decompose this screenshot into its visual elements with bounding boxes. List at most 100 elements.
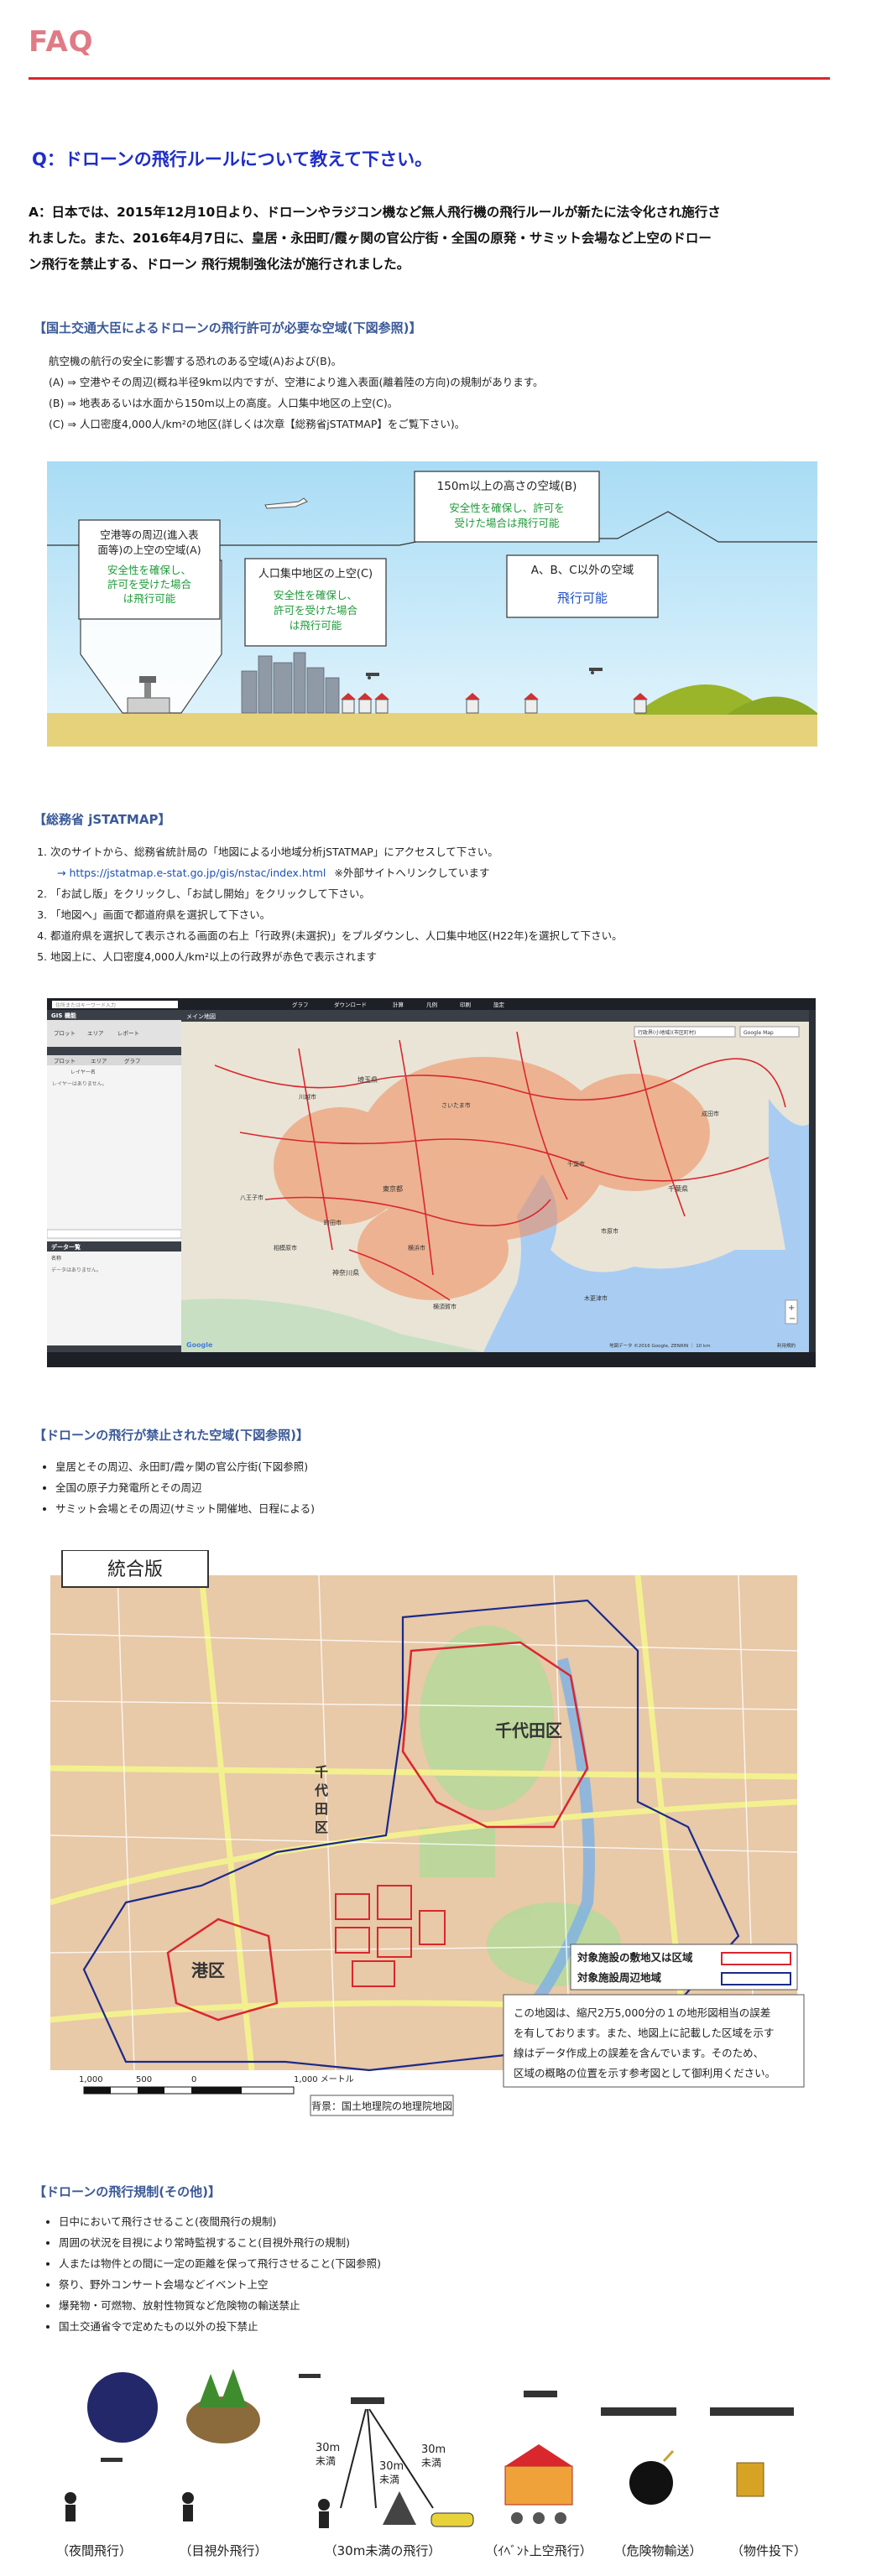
toolbar-item[interactable]: 印刷	[460, 1002, 471, 1008]
description-line: (C) ⇒ 人口密度4,000人/km²の地区(詳しくは次章【総務省jSTATM…	[49, 418, 466, 430]
section-heading-prohibited: 【ドローンの飛行が禁止された空域(下図参照)】	[34, 1428, 309, 1443]
permission-description: 航空機の航行の安全に影響する恐れのある空域(A)および(B)。 (A) ⇒ 空港…	[49, 351, 543, 435]
box-c-text: 許可を受けた場合	[274, 604, 358, 617]
box-c-text: 安全性を確保し、	[274, 589, 357, 601]
list-item: 人または物件との間に一定の距離を保って飛行させること(下図参照)	[59, 2253, 381, 2274]
basemap-dropdown-value: Google Map	[744, 1030, 774, 1036]
hazardous-transport-figure	[601, 2407, 676, 2505]
layer-tab[interactable]: プロット	[54, 1058, 76, 1064]
box-a-text: は飛行可能	[123, 592, 176, 605]
flight-rules-illustration: 30m 未満 30m 未満 30m 未満 （夜間飛行） （目視外飛行） （30m…	[56, 2369, 806, 2558]
google-logo: Google	[186, 1341, 213, 1349]
map-tab[interactable]: メイン地図	[186, 1012, 216, 1020]
airspace-diagram: 空港等の周辺(進入表 面等)の上空の空域(A) 安全性を確保し、 許可を受けた場…	[47, 461, 817, 747]
ward-label-vertical: 代	[314, 1782, 328, 1798]
toolbar-item[interactable]: ダウンロード	[334, 1001, 367, 1008]
distance-label: 未満	[421, 2457, 441, 2469]
distance-label: 未満	[316, 2455, 336, 2467]
box-c-title: 人口集中地区の上空(C)	[258, 567, 373, 580]
ward-label-minato: 港区	[191, 1960, 225, 1980]
list-item: 祭り、野外コンサート会場などイベント上空	[59, 2274, 381, 2295]
prohibited-list: 皇居とその周辺、永田町/霞ヶ関の官公庁街(下図参照) 全国の原子力発電所とその周…	[40, 1456, 315, 1519]
step-item: 「お試し版」をクリックし、「お試し開始」をクリックして下さい。	[50, 883, 839, 904]
illustration-caption: （ｲﾍﾞﾝﾄ上空飛行）	[485, 2543, 592, 2558]
layer-label: レイヤー名	[70, 1069, 96, 1075]
box-b-text: 受けた場合は飛行可能	[454, 517, 560, 529]
data-list-column: 名称	[51, 1255, 61, 1262]
step-item: 地図上に、人口密度4,000人/km²以上の行政界が赤色で表示されます	[50, 946, 839, 967]
list-item: サミット会場とその周辺(サミット開催地、日程による)	[55, 1498, 315, 1519]
layer-empty-text: レイヤーはありません。	[52, 1081, 107, 1087]
panel-tab[interactable]: プロット	[54, 1030, 76, 1037]
list-item: 皇居とその周辺、永田町/霞ヶ関の官公庁街(下図参照)	[55, 1456, 315, 1477]
illustration-caption: （夜間飛行）	[56, 2543, 132, 2558]
section-heading-jstatmap: 【総務省 jSTATMAP】	[34, 812, 171, 827]
panel-footer	[47, 1345, 181, 1352]
map-label: さいたま市	[441, 1101, 471, 1109]
map-label: 千葉市	[567, 1160, 585, 1168]
svg-text:−: −	[789, 1314, 796, 1324]
layer-tab[interactable]: グラフ	[124, 1057, 141, 1064]
scale-label: 1,000 メートル	[294, 2075, 354, 2084]
toolbar-item[interactable]: 設定	[493, 1001, 505, 1008]
panel-tab[interactable]: エリア	[87, 1030, 104, 1037]
map-label: 東京都	[383, 1184, 403, 1193]
map-copyright: 地図データ ©2016 Google, ZENRIN ｜ 10 km	[609, 1342, 711, 1349]
map-label: 横須賀市	[433, 1303, 457, 1310]
map-label: 埼玉県	[357, 1075, 378, 1084]
jstatmap-steps: 次のサイトから、総務省統計局の「地図による小地域分析jSTATMAP」にアクセス…	[30, 841, 839, 967]
scale-label: 500	[136, 2075, 152, 2084]
box-a-title: 空港等の周辺(進入表	[100, 528, 199, 541]
toolbar-item[interactable]: 計算	[393, 1001, 404, 1008]
scale-label: 0	[191, 2075, 196, 2084]
list-item: 全国の原子力発電所とその周辺	[55, 1477, 315, 1498]
layer-search-input[interactable]	[47, 1229, 182, 1239]
step-item: 都道府県を選択して表示される画面の右上「行政界(未選択)」をプルダウンし、人口集…	[50, 925, 839, 946]
box-d-text: 飛行可能	[557, 591, 608, 606]
data-list-empty: データはありません。	[51, 1267, 102, 1273]
distance-label: 30m	[316, 2442, 340, 2454]
other-rules-list: 日中において飛行させること(夜間飛行の規制) 周囲の状況を目視により常時監視する…	[44, 2211, 381, 2337]
map-header	[181, 1010, 809, 1022]
prohibited-area-map: 千代田区 港区 千 代 田 区 統合版 対象施設の敷地又は区域 対象施設周辺地域…	[50, 1550, 805, 2116]
title-divider	[29, 77, 830, 80]
layer-tab[interactable]: エリア	[91, 1058, 107, 1064]
night-flight-figure	[65, 2372, 158, 2521]
layer-toolbar	[47, 1047, 181, 1055]
box-b-title: 150m以上の高さの空域(B)	[437, 479, 577, 493]
map-label: 町田市	[324, 1219, 342, 1226]
jstatmap-screenshot: 住所またはキーワード入力 グラフ ダウンロード 計算 凡例 印刷 設定 GIS …	[47, 998, 816, 1367]
answer-line: A：日本では、2015年12月10日より、ドローンやラジコン機など無人飛行機の飛…	[29, 205, 721, 220]
toolbar-item[interactable]: 凡例	[426, 1001, 437, 1008]
faq-question: Q：ドローンの飛行ルールについて教えて下さい。	[32, 149, 433, 169]
jstatmap-link[interactable]: → https://jstatmap.e-stat.go.jp/gis/nsta…	[50, 866, 326, 879]
terms-link[interactable]: 利用規約	[777, 1342, 796, 1349]
step-text: 次のサイトから、総務省統計局の「地図による小地域分析jSTATMAP」にアクセス…	[50, 846, 498, 858]
list-item: 日中において飛行させること(夜間飛行の規制)	[59, 2211, 381, 2232]
illustration-caption: （目視外飛行）	[179, 2543, 267, 2558]
boundary-dropdown-value: 行政界(小地域)(市区町村)	[638, 1029, 696, 1036]
section-heading-other-rules: 【ドローンの飛行規制(その他)】	[34, 2184, 221, 2199]
map-label: 市原市	[601, 1227, 618, 1235]
illustration-caption: （物件投下）	[731, 2543, 806, 2558]
ward-label-vertical: 区	[315, 1819, 328, 1835]
app-statusbar	[47, 1352, 816, 1367]
answer-line: れました。また、2016年4月7日に、皇居・永田町/霞ヶ関の官公庁街・全国の原発…	[29, 231, 712, 246]
beyond-visual-sight-figure	[182, 2369, 321, 2521]
disclaimer-line: 区域の概略の位置を示す参考図として御利用ください。	[514, 2067, 775, 2079]
list-item: 国土交通省令で定めたもの以外の投下禁止	[59, 2316, 381, 2337]
illustration-caption: （30m未満の飛行）	[325, 2543, 441, 2558]
toolbar-item[interactable]: グラフ	[292, 1001, 309, 1008]
map-label: 八王子市	[240, 1194, 263, 1201]
faq-answer: A：日本では、2015年12月10日より、ドローンやラジコン機など無人飛行機の飛…	[29, 200, 834, 278]
step-item: 次のサイトから、総務省統計局の「地図による小地域分析jSTATMAP」にアクセス…	[50, 841, 839, 883]
distance-label: 未満	[379, 2474, 399, 2485]
box-a-text: 許可を受けた場合	[107, 578, 192, 591]
scale-label: 1,000	[79, 2075, 103, 2084]
map-label: 千葉県	[668, 1184, 688, 1193]
box-d-title: A、B、C以外の空域	[531, 564, 634, 577]
map-label: 成田市	[702, 1110, 719, 1117]
disclaimer-line: この地図は、縮尺2万5,000分の１の地形図相当の誤差	[514, 2006, 770, 2019]
panel-tab[interactable]: レポート	[117, 1030, 139, 1037]
zoom-control[interactable]: + −	[785, 1299, 798, 1324]
